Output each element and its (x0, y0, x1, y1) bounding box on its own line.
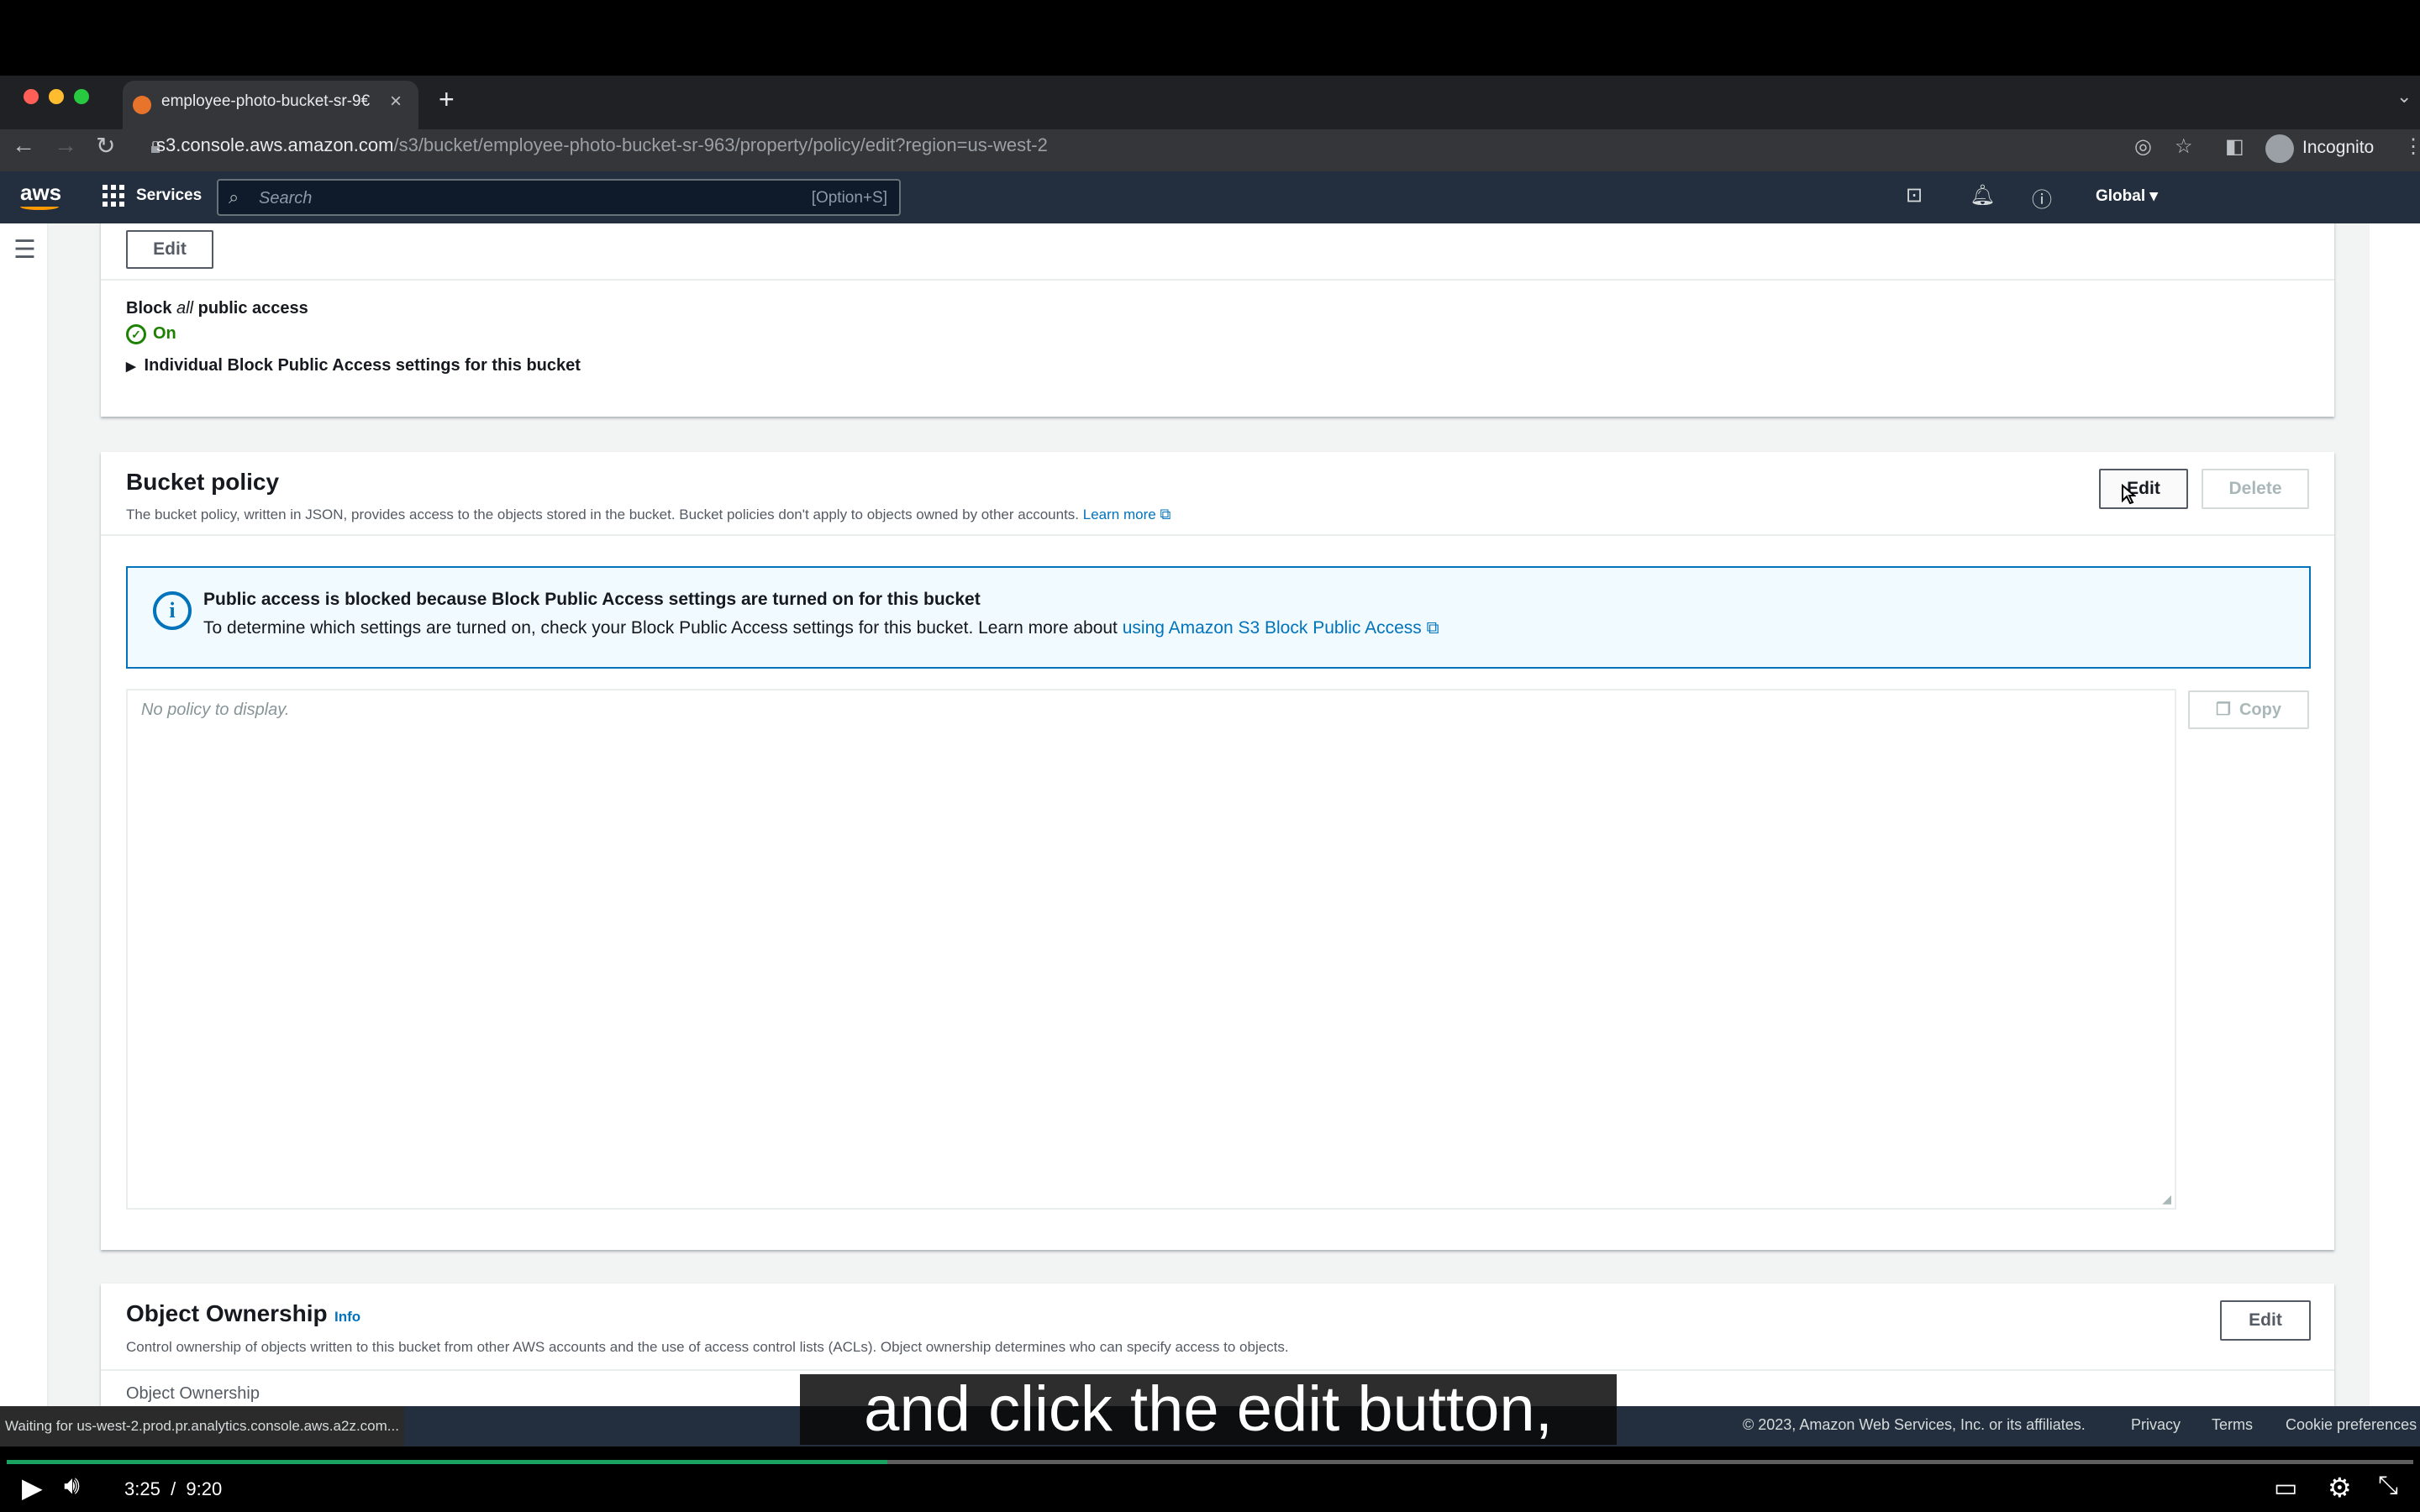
url-field[interactable]: s3.console.aws.amazon.com/s3/bucket/empl… (156, 134, 1048, 156)
object-ownership-edit-button[interactable]: Edit (2220, 1300, 2311, 1341)
resize-handle-icon[interactable]: ◢ (2162, 1192, 2171, 1206)
s3-page-content: ☰ Edit Block all public access ✓ On ▶ Ind… (0, 223, 2420, 1406)
tab-list-chevron-icon[interactable]: ⌄ (2396, 86, 2412, 108)
external-link-icon: ⧉ (1426, 618, 1439, 638)
video-caption: and click the edit button, (800, 1374, 1617, 1445)
right-help-rail (2370, 223, 2420, 1406)
bucket-policy-description: The bucket policy, written in JSON, prov… (126, 506, 1171, 522)
policy-text-area[interactable]: No policy to display. ◢ (126, 689, 2176, 1210)
tracking-eye-icon[interactable]: ◎ (2134, 134, 2152, 159)
browser-loading-status: Waiting for us-west-2.prod.pr.analytics.… (0, 1406, 404, 1446)
object-ownership-description: Control ownership of objects written to … (126, 1339, 1289, 1355)
learn-more-link[interactable]: Learn more (1083, 507, 1156, 522)
cloudshell-icon[interactable]: ⊡ (1906, 183, 1923, 207)
bucket-policy-edit-button[interactable]: Edit (2099, 469, 2188, 509)
block-public-access-edit-button[interactable]: Edit (126, 230, 213, 269)
window-maximize-dot[interactable] (74, 89, 89, 104)
external-link-icon: ⧉ (1160, 506, 1171, 522)
url-host: s3.console.aws.amazon.com (156, 134, 394, 155)
video-time-display: 3:25 / 9:20 (124, 1478, 223, 1499)
copy-policy-button[interactable]: ❐ Copy (2188, 690, 2309, 729)
alert-title: Public access is blocked because Block P… (203, 590, 981, 609)
video-progress-bar[interactable] (7, 1460, 2413, 1464)
window-minimize-dot[interactable] (49, 89, 64, 104)
video-controls (0, 1446, 2420, 1512)
info-circle-icon: i (153, 591, 192, 630)
window-close-dot[interactable] (24, 89, 39, 104)
object-ownership-title: Object Ownership (126, 1300, 328, 1326)
footer-cookie-link[interactable]: Cookie preferences (2286, 1416, 2417, 1434)
incognito-avatar-icon[interactable] (2265, 134, 2294, 163)
captions-icon[interactable]: ▭ (2274, 1473, 2297, 1503)
caret-right-icon: ▶ (126, 360, 136, 374)
search-placeholder: Search (259, 189, 313, 207)
public-access-blocked-alert: i Public access is blocked because Block… (126, 566, 2311, 669)
url-path: /s3/bucket/employee-photo-bucket-sr-963/… (393, 134, 1048, 155)
bookmark-star-icon[interactable]: ☆ (2175, 134, 2193, 159)
video-frame: employee-photo-bucket-sr-9€ × + ⌄ ← → ↻ … (0, 0, 2420, 1512)
back-arrow-icon[interactable]: ← (12, 132, 35, 159)
success-check-icon: ✓ (126, 324, 146, 344)
left-nav-rail: ☰ (0, 223, 49, 1406)
services-menu-button[interactable]: Services (136, 186, 202, 205)
block-public-access-status: On (153, 324, 176, 343)
console-search-input[interactable]: ⌕ Search [Option+S] (217, 179, 901, 216)
search-icon: ⌕ (229, 186, 239, 207)
policy-placeholder: No policy to display. (141, 701, 290, 719)
settings-gear-icon[interactable]: ⚙ (2328, 1472, 2352, 1504)
volume-icon[interactable]: 🔊︎ (64, 1472, 80, 1500)
new-tab-icon[interactable]: + (439, 84, 455, 115)
tab-title: employee-photo-bucket-sr-9€ (161, 92, 371, 110)
bucket-policy-panel: Bucket policy The bucket policy, written… (101, 452, 2334, 1250)
aws-logo-smile (20, 203, 59, 210)
bucket-policy-title: Bucket policy (126, 469, 280, 495)
side-panel-icon[interactable]: ◧ (2225, 134, 2244, 159)
video-progress-fill (7, 1460, 888, 1464)
services-grid-icon[interactable] (103, 185, 126, 208)
aws-favicon-icon (133, 96, 151, 114)
notifications-bell-icon[interactable]: 🔔︎ (1970, 183, 1995, 207)
block-all-public-access-label: Block all public access (126, 299, 308, 318)
footer-privacy-link[interactable]: Privacy (2131, 1416, 2181, 1434)
aws-logo[interactable]: aws (20, 180, 61, 206)
profile-label[interactable]: Incognito (2302, 138, 2374, 158)
block-public-access-panel: Edit Block all public access ✓ On ▶ Indiv… (101, 223, 2334, 417)
browser-menu-icon[interactable]: ⋮ (2403, 134, 2420, 159)
alert-body: To determine which settings are turned o… (203, 618, 1439, 638)
block-public-access-doc-link[interactable]: using Amazon S3 Block Public Access (1123, 618, 1422, 638)
help-icon[interactable]: ⓘ (2032, 183, 2052, 213)
footer-terms-link[interactable]: Terms (2212, 1416, 2253, 1434)
copy-icon: ❐ (2216, 701, 2231, 719)
play-icon[interactable]: ▶ (22, 1472, 43, 1504)
panel-divider (101, 279, 2334, 281)
search-shortcut-hint: [Option+S] (811, 189, 887, 207)
region-selector[interactable]: Global ▾ (2096, 186, 2158, 206)
hamburger-menu-icon[interactable]: ☰ (13, 235, 36, 265)
mouse-cursor-icon (2121, 483, 2137, 506)
panel-divider (101, 534, 2334, 536)
bucket-policy-delete-button[interactable]: Delete (2202, 469, 2309, 509)
reload-icon[interactable]: ↻ (96, 132, 115, 160)
panel-divider (101, 1369, 2334, 1371)
object-ownership-info-link[interactable]: Info (334, 1309, 360, 1326)
individual-settings-expander[interactable]: ▶ Individual Block Public Access settings… (126, 356, 581, 375)
exit-fullscreen-icon[interactable]: ⤡ (2378, 1472, 2398, 1500)
object-ownership-field-label: Object Ownership (126, 1384, 260, 1403)
forward-arrow-icon[interactable]: → (54, 132, 77, 159)
footer-copyright: © 2023, Amazon Web Services, Inc. or its… (1743, 1416, 2086, 1433)
browser-tab[interactable]: employee-photo-bucket-sr-9€ × (123, 81, 418, 129)
tab-close-icon[interactable]: × (390, 90, 402, 113)
